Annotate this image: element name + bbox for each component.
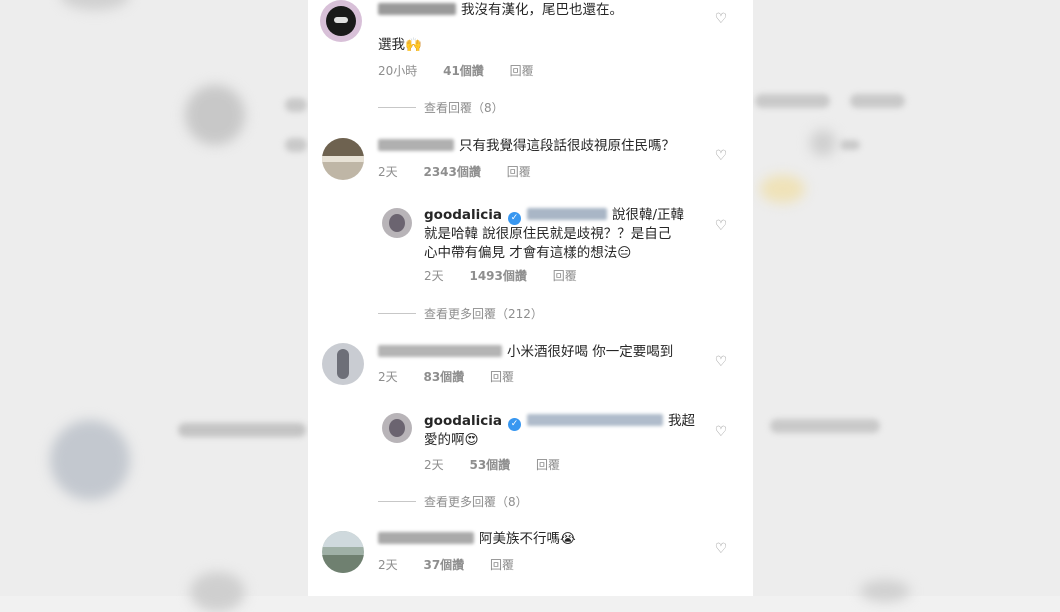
heart-icon[interactable]: ♡: [714, 425, 728, 439]
comment-text: 只有我覺得這段話很歧視原住民嗎？: [459, 138, 675, 154]
view-more-replies-button[interactable]: 查看更多回覆（212）: [378, 305, 543, 322]
heart-icon[interactable]: ♡: [714, 542, 728, 556]
blurred-mention[interactable]: [526, 208, 607, 220]
username[interactable]: goodalicia: [424, 207, 502, 223]
blurred-username[interactable]: [378, 345, 502, 357]
comment-time: 2天: [378, 370, 398, 384]
reply-button[interactable]: 回覆: [507, 165, 531, 179]
comment-time: 2天: [378, 558, 398, 572]
like-count[interactable]: 53個讚: [469, 458, 510, 472]
blurred-username[interactable]: [378, 3, 456, 15]
avatar[interactable]: [382, 413, 412, 443]
comment-text-line-2: 選我🙌: [378, 37, 422, 53]
comment-text-line-3: 心中帶有偏見 才會有這樣的想法😑: [424, 245, 632, 261]
comment-text: 我沒有漢化，尾巴也還在。: [461, 2, 623, 18]
view-replies-button[interactable]: 查看回覆（8）: [378, 99, 504, 116]
comment-time: 2天: [378, 165, 398, 179]
divider-line: [378, 313, 416, 314]
comment-text: 我超: [667, 413, 695, 429]
avatar[interactable]: [320, 0, 362, 42]
heart-icon[interactable]: ♡: [714, 355, 728, 369]
avatar[interactable]: [322, 343, 364, 385]
divider-line: [378, 501, 416, 502]
like-count[interactable]: 83個讚: [423, 370, 464, 384]
reply-button[interactable]: 回覆: [510, 64, 534, 78]
comment-text: 說很韓/正韓: [611, 207, 685, 223]
view-more-replies-button[interactable]: 查看更多回覆（8）: [378, 493, 528, 510]
view-replies-label: 查看回覆（8）: [424, 101, 504, 115]
heart-icon[interactable]: ♡: [714, 12, 728, 26]
comment-time: 2天: [424, 458, 444, 472]
reply-button[interactable]: 回覆: [490, 370, 514, 384]
comment-time: 20小時: [378, 64, 418, 78]
comments-panel: 我沒有漢化，尾巴也還在。 選我🙌 20小時 41個讚 回覆 ♡ 查看回覆（8） …: [308, 0, 753, 596]
avatar[interactable]: [322, 531, 364, 573]
reply-button[interactable]: 回覆: [536, 458, 560, 472]
verified-badge-icon: ✓: [507, 418, 521, 431]
view-replies-label: 查看更多回覆（212）: [424, 307, 543, 321]
like-count[interactable]: 1493個讚: [469, 269, 526, 283]
avatar[interactable]: [322, 138, 364, 180]
comment-text-line-2: 愛的啊😍: [424, 432, 479, 448]
reply-button[interactable]: 回覆: [553, 269, 577, 283]
heart-icon[interactable]: ♡: [714, 149, 728, 163]
username[interactable]: goodalicia: [424, 413, 502, 429]
reply-button[interactable]: 回覆: [490, 558, 514, 572]
comment-text-line-2: 就是哈韓 說很原住民就是歧視？？是自己: [424, 226, 672, 242]
like-count[interactable]: 41個讚: [443, 64, 484, 78]
like-count[interactable]: 37個讚: [423, 558, 464, 572]
blurred-username[interactable]: [378, 532, 474, 544]
avatar[interactable]: [382, 208, 412, 238]
view-replies-label: 查看更多回覆（8）: [424, 495, 528, 509]
verified-badge-icon: ✓: [507, 212, 521, 225]
heart-icon[interactable]: ♡: [714, 219, 728, 233]
comment-time: 2天: [424, 269, 444, 283]
blurred-mention[interactable]: [526, 414, 663, 426]
like-count[interactable]: 2343個讚: [423, 165, 480, 179]
comment-text: 阿美族不行嗎😭: [479, 531, 576, 547]
blurred-username[interactable]: [378, 139, 454, 151]
comment-text: 小米酒很好喝 你一定要喝到: [507, 344, 674, 360]
divider-line: [378, 107, 416, 108]
